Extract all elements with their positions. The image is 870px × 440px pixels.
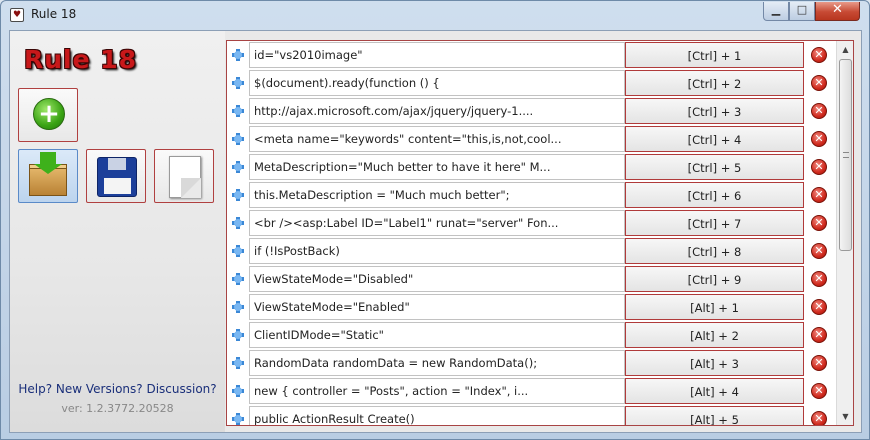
hotkey-button[interactable]: [Ctrl] + 7	[625, 210, 804, 236]
hotkey-button[interactable]: [Alt] + 4	[625, 378, 804, 404]
rule-row: if (!IsPostBack) [Ctrl] + 8 ✕	[227, 237, 837, 265]
vertical-scrollbar[interactable]: ▲ ▼	[836, 41, 853, 425]
arrow-down-icon	[34, 152, 62, 174]
remove-icon[interactable]: ✕	[811, 131, 827, 147]
rule-row: <meta name="keywords" content="this,is,n…	[227, 125, 837, 153]
scroll-up-icon[interactable]: ▲	[837, 41, 853, 58]
hotkey-button[interactable]: [Alt] + 2	[625, 322, 804, 348]
drag-handle-icon[interactable]	[230, 47, 246, 63]
rule-list: public ActionResult Create() [Alt] + 5 ✕ ne…	[226, 40, 854, 426]
new-button[interactable]	[154, 149, 214, 203]
title-bar[interactable]: ♥ Rule 18 ▁ □ ✕	[1, 1, 869, 30]
rule-text-field[interactable]: RandomData randomData = new RandomData()…	[249, 350, 625, 376]
drag-handle-icon[interactable]	[230, 299, 246, 315]
rule-text-field[interactable]: http://ajax.microsoft.com/ajax/jquery/jq…	[249, 98, 625, 124]
rule-text-field[interactable]: $(document).ready(function () {	[249, 70, 625, 96]
remove-icon[interactable]: ✕	[811, 299, 827, 315]
window-title: Rule 18	[31, 7, 77, 21]
remove-icon[interactable]: ✕	[811, 103, 827, 119]
rule-text-field[interactable]: this.MetaDescription = "Much much better…	[249, 182, 625, 208]
drag-handle-icon[interactable]	[230, 215, 246, 231]
save-button[interactable]	[86, 149, 146, 203]
rule-row: id="vs2010image" [Ctrl] + 1 ✕	[227, 41, 837, 69]
drag-handle-icon[interactable]	[230, 103, 246, 119]
app-window: ♥ Rule 18 ▁ □ ✕ Rule 18 + Help? New Vers…	[0, 0, 870, 440]
rule-row: MetaDescription="Much better to have it …	[227, 153, 837, 181]
rule-row: ClientIDMode="Static" [Alt] + 2 ✕	[227, 321, 837, 349]
load-button[interactable]	[18, 149, 78, 203]
rule-row: ViewStateMode="Disabled" [Ctrl] + 9 ✕	[227, 265, 837, 293]
hotkey-button[interactable]: [Ctrl] + 5	[625, 154, 804, 180]
hotkey-button[interactable]: [Ctrl] + 9	[625, 266, 804, 292]
scroll-down-icon[interactable]: ▼	[837, 408, 853, 425]
remove-icon[interactable]: ✕	[811, 243, 827, 259]
drag-handle-icon[interactable]	[230, 187, 246, 203]
rule-text-field[interactable]: id="vs2010image"	[249, 42, 625, 68]
remove-icon[interactable]: ✕	[811, 75, 827, 91]
drag-handle-icon[interactable]	[230, 383, 246, 399]
close-icon: ✕	[832, 2, 843, 17]
rule-text-field[interactable]: <meta name="keywords" content="this,is,n…	[249, 126, 625, 152]
rule-row: public ActionResult Create() [Alt] + 5 ✕	[227, 405, 837, 425]
rule-text-field[interactable]: new { controller = "Posts", action = "In…	[249, 378, 625, 404]
plus-icon: +	[33, 98, 65, 130]
hotkey-button[interactable]: [Ctrl] + 2	[625, 70, 804, 96]
rule-row: http://ajax.microsoft.com/ajax/jquery/jq…	[227, 97, 837, 125]
remove-icon[interactable]: ✕	[811, 355, 827, 371]
rule-text-field[interactable]: if (!IsPostBack)	[249, 238, 625, 264]
rule-text-field[interactable]: ClientIDMode="Static"	[249, 322, 625, 348]
remove-icon[interactable]: ✕	[811, 411, 827, 425]
rule-row: this.MetaDescription = "Much much better…	[227, 181, 837, 209]
hotkey-button[interactable]: [Alt] + 5	[625, 406, 804, 425]
remove-icon[interactable]: ✕	[811, 187, 827, 203]
client-area: Rule 18 + Help? New Versions? Discussion…	[9, 30, 862, 433]
left-panel: Rule 18 + Help? New Versions? Discussion…	[10, 31, 225, 432]
hotkey-button[interactable]: [Alt] + 3	[625, 350, 804, 376]
hotkey-button[interactable]: [Ctrl] + 1	[625, 42, 804, 68]
help-link[interactable]: Help? New Versions? Discussion?	[10, 382, 225, 396]
close-button[interactable]: ✕	[815, 2, 860, 21]
remove-icon[interactable]: ✕	[811, 271, 827, 287]
add-rule-button[interactable]: +	[18, 88, 78, 142]
rule-text-field[interactable]: ViewStateMode="Disabled"	[249, 266, 625, 292]
rule-row: RandomData randomData = new RandomData()…	[227, 349, 837, 377]
minimize-icon: ▁	[771, 3, 781, 16]
rule-row: new { controller = "Posts", action = "In…	[227, 377, 837, 405]
drag-handle-icon[interactable]	[230, 411, 246, 425]
remove-icon[interactable]: ✕	[811, 159, 827, 175]
hotkey-button[interactable]: [Ctrl] + 8	[625, 238, 804, 264]
rule-row: $(document).ready(function () {[Ctrl] + …	[227, 69, 837, 97]
rule-text-field[interactable]: <br /><asp:Label ID="Label1" runat="serv…	[249, 210, 625, 236]
hotkey-button[interactable]: [Ctrl] + 3	[625, 98, 804, 124]
rule-row: ViewStateMode="Enabled" [Alt] + 1 ✕	[227, 293, 837, 321]
remove-icon[interactable]: ✕	[811, 327, 827, 343]
maximize-icon: □	[796, 3, 808, 16]
rule-text-field[interactable]: public ActionResult Create()	[249, 406, 625, 425]
hotkey-button[interactable]: [Alt] + 1	[625, 294, 804, 320]
version-text: ver: 1.2.3772.20528	[61, 402, 174, 415]
hotkey-button[interactable]: [Ctrl] + 4	[625, 126, 804, 152]
remove-icon[interactable]: ✕	[811, 215, 827, 231]
drag-handle-icon[interactable]	[230, 271, 246, 287]
floppy-icon	[97, 157, 137, 197]
scrollbar-thumb[interactable]	[839, 59, 852, 251]
rule-text-field[interactable]: ViewStateMode="Enabled"	[249, 294, 625, 320]
remove-icon[interactable]: ✕	[811, 47, 827, 63]
blank-page-icon	[169, 156, 201, 198]
drag-handle-icon[interactable]	[230, 355, 246, 371]
drag-handle-icon[interactable]	[230, 131, 246, 147]
drag-handle-icon[interactable]	[230, 243, 246, 259]
rule-row: <br /><asp:Label ID="Label1" runat="serv…	[227, 209, 837, 237]
drag-handle-icon[interactable]	[230, 327, 246, 343]
heart-icon[interactable]: ♥	[10, 8, 24, 22]
drag-handle-icon[interactable]	[230, 159, 246, 175]
app-logo: Rule 18	[24, 45, 138, 74]
rule-text-field[interactable]: MetaDescription="Much better to have it …	[249, 154, 625, 180]
remove-icon[interactable]: ✕	[811, 383, 827, 399]
maximize-button[interactable]: □	[789, 2, 815, 21]
minimize-button[interactable]: ▁	[763, 2, 789, 21]
drag-handle-icon[interactable]	[230, 75, 246, 91]
hotkey-button[interactable]: [Ctrl] + 6	[625, 182, 804, 208]
